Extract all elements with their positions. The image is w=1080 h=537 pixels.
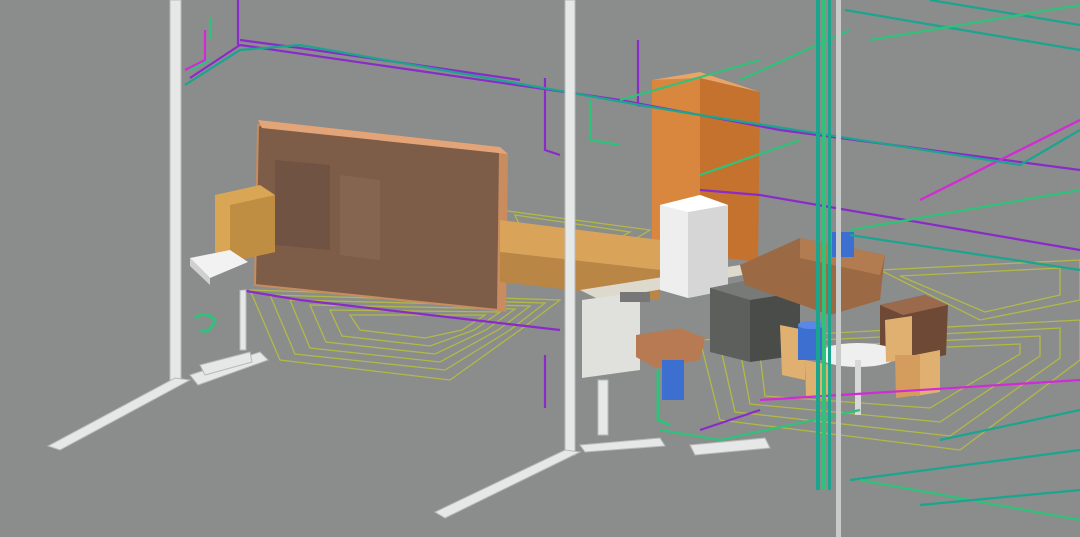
refrigerator bbox=[660, 195, 728, 298]
bim-plumbing-render bbox=[0, 0, 1080, 537]
vertical-risers bbox=[816, 0, 841, 537]
bathroom-vanity-cabinet bbox=[215, 185, 275, 262]
glass-partition-panel bbox=[253, 120, 508, 312]
render-canvas bbox=[46, 0, 1080, 537]
